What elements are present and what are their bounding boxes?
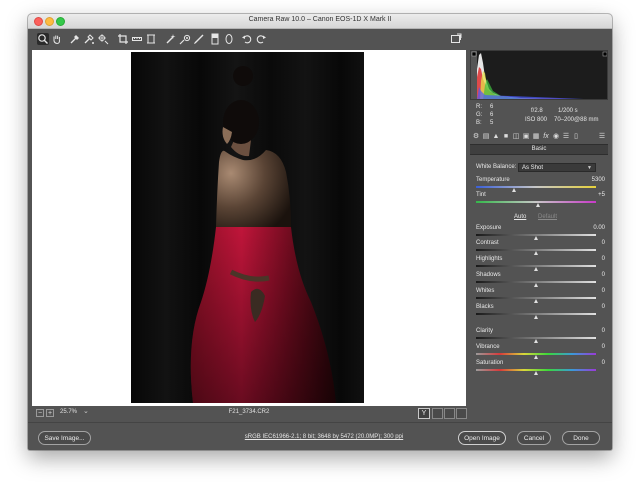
slider-thumb-9[interactable] (533, 355, 538, 359)
copy-settings-icon[interactable] (444, 408, 455, 419)
done-button[interactable]: Done (562, 431, 600, 445)
slider-thumb-8[interactable] (533, 339, 538, 343)
slider-thumb-0[interactable] (511, 188, 516, 192)
tone-curve-icon[interactable]: ▤ (482, 133, 490, 141)
toolbar (28, 29, 612, 49)
detail-icon[interactable]: ▲ (492, 133, 500, 141)
slider-track-0[interactable] (476, 186, 596, 188)
slider-value-4[interactable]: 0 (581, 256, 605, 262)
camera-calibration-icon[interactable]: ◉ (552, 133, 560, 141)
green-readout: 6 (490, 112, 494, 118)
transform-tool-icon[interactable] (145, 33, 157, 45)
aperture: f/2.8 (531, 108, 543, 114)
slider-value-2[interactable]: 0.00 (581, 225, 605, 231)
shutter-speed: 1/200 s (558, 108, 578, 114)
slider-label-10: Saturation (476, 360, 504, 366)
image-preview[interactable] (32, 50, 466, 406)
lens-corrections-icon[interactable]: ▣ (522, 133, 530, 141)
filename: F21_3734.CR2 (228, 409, 270, 415)
snapshots-icon[interactable]: ▯ (572, 133, 580, 141)
hsl-icon[interactable]: ■ (502, 133, 510, 141)
swap-before-after-icon[interactable] (432, 408, 443, 419)
slider-label-5: Shadows (476, 272, 501, 278)
slider-label-6: Whites (476, 288, 495, 294)
adjustment-brush-icon[interactable] (193, 33, 205, 45)
panel-tabs: ⚙ ▤ ▲ ■ ◫ ▣ ▦ fx ◉ ☰ ▯ ☰ (470, 133, 608, 143)
image-info: R: 6 G: 6 B: 5 f/2.8 1/200 s ISO 800 70–… (476, 104, 599, 126)
crop-tool-icon[interactable] (117, 33, 129, 45)
before-after-toggle[interactable]: Y (418, 408, 430, 419)
slider-thumb-5[interactable] (533, 283, 538, 287)
workflow-options-link[interactable]: sRGB IEC61966-2.1; 8 bit; 3648 by 5472 (… (206, 434, 442, 440)
window-title: Camera Raw 10.0 – Canon EOS-1D X Mark II (248, 16, 392, 23)
slider-thumb-2[interactable] (533, 236, 538, 240)
slider-thumb-3[interactable] (533, 251, 538, 255)
slider-label-3: Contrast (476, 240, 499, 246)
save-image-button[interactable]: Save Image... (38, 431, 91, 445)
slider-label-4: Highlights (476, 256, 503, 262)
color-sampler-tool-icon[interactable] (83, 33, 95, 45)
fullscreen-icon[interactable] (450, 33, 462, 45)
auto-link[interactable]: Auto (514, 214, 526, 220)
basic-panel-icon[interactable]: ⚙ (472, 133, 480, 141)
slider-value-1[interactable]: +5 (581, 192, 605, 198)
split-toning-icon[interactable]: ◫ (512, 133, 520, 141)
default-link[interactable]: Default (538, 214, 557, 220)
slider-thumb-4[interactable] (533, 267, 538, 271)
iso: ISO 800 (525, 117, 548, 123)
hand-tool-icon[interactable] (51, 33, 63, 45)
lens-focal-length: 70–200@88 mm (554, 117, 599, 123)
slider-thumb-6[interactable] (533, 299, 538, 303)
spot-removal-tool-icon[interactable] (165, 33, 177, 45)
slider-value-9[interactable]: 0 (581, 344, 605, 350)
histogram (470, 50, 608, 100)
status-bar: − + 25.7% ⌄ F21_3734.CR2 Y (32, 407, 467, 419)
white-balance-select[interactable]: As Shot ▼ (518, 163, 596, 172)
slider-label-7: Blacks (476, 304, 494, 310)
cancel-button[interactable]: Cancel (517, 431, 551, 445)
slider-value-3[interactable]: 0 (581, 240, 605, 246)
transform-panel-icon[interactable]: ▦ (532, 133, 540, 141)
radial-filter-icon[interactable] (223, 33, 235, 45)
zoom-tool-icon[interactable] (37, 33, 49, 45)
slider-value-5[interactable]: 0 (581, 272, 605, 278)
chevron-down-icon: ▼ (587, 165, 592, 171)
effects-icon[interactable]: fx (542, 133, 550, 141)
white-balance-label: White Balance: (476, 164, 517, 170)
slider-label-8: Clarity (476, 328, 494, 334)
slider-label-9: Vibrance (476, 344, 500, 350)
slider-value-0[interactable]: 5300 (581, 177, 605, 183)
targeted-adjustment-tool-icon[interactable] (97, 33, 109, 45)
blue-readout: 5 (490, 120, 494, 126)
white-balance-tool-icon[interactable] (69, 33, 81, 45)
rotate-ccw-icon[interactable] (241, 33, 253, 45)
panel-title: Basic (470, 144, 608, 155)
slider-label-2: Exposure (476, 225, 502, 231)
panel-menu-icon[interactable]: ☰ (598, 133, 606, 141)
slider-value-10[interactable]: 0 (581, 360, 605, 366)
photo-preview-image (131, 52, 364, 403)
slider-label-1: Tint (476, 192, 486, 198)
bottom-bar: Save Image... sRGB IEC61966-2.1; 8 bit; … (28, 422, 612, 450)
slider-value-8[interactable]: 0 (581, 328, 605, 334)
camera-raw-window: Camera Raw 10.0 – Canon EOS-1D X Mark II (28, 14, 612, 450)
slider-thumb-1[interactable] (535, 203, 540, 207)
straighten-tool-icon[interactable] (131, 33, 143, 45)
red-readout: 6 (490, 104, 494, 110)
slider-value-7[interactable]: 0 (581, 304, 605, 310)
right-panel: R: 6 G: 6 B: 5 f/2.8 1/200 s ISO 800 70–… (470, 50, 608, 420)
title-bar: Camera Raw 10.0 – Canon EOS-1D X Mark II (28, 14, 612, 29)
open-image-button[interactable]: Open Image (458, 431, 506, 445)
red-eye-removal-tool-icon[interactable] (179, 33, 191, 45)
presets-icon[interactable]: ☰ (562, 133, 570, 141)
slider-label-0: Temperature (476, 177, 510, 183)
slider-value-6[interactable]: 0 (581, 288, 605, 294)
slider-thumb-10[interactable] (533, 371, 538, 375)
preview-preferences-icon[interactable] (456, 408, 467, 419)
graduated-filter-icon[interactable] (209, 33, 221, 45)
rotate-cw-icon[interactable] (255, 33, 267, 45)
slider-thumb-7[interactable] (533, 315, 538, 319)
